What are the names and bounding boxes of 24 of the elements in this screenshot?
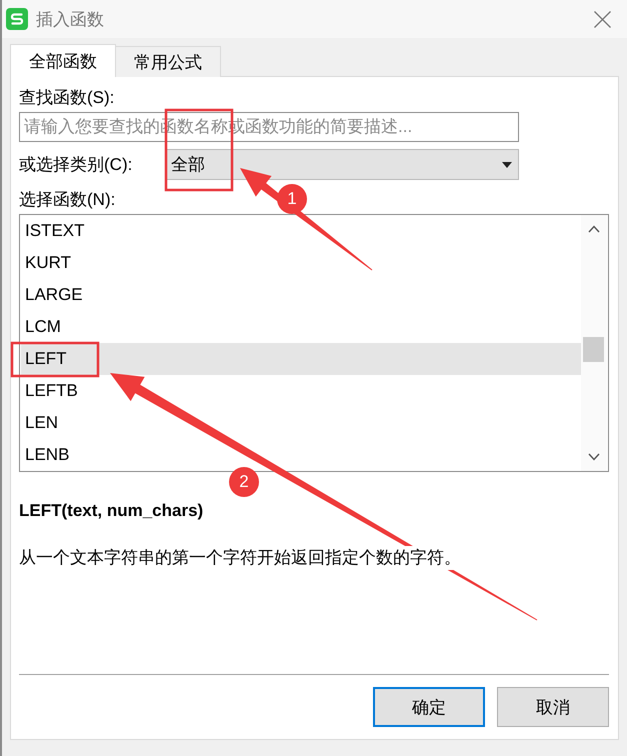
- function-item[interactable]: LEFT: [21, 343, 581, 375]
- function-item[interactable]: LEFTB: [21, 375, 581, 407]
- scroll-up-icon[interactable]: [588, 225, 600, 233]
- function-item[interactable]: LCM: [21, 311, 581, 343]
- category-dropdown[interactable]: 全部: [166, 149, 519, 180]
- function-item[interactable]: LEN: [21, 407, 581, 439]
- window-title: 插入函数: [36, 8, 105, 30]
- app-icon: [6, 8, 28, 30]
- cancel-button[interactable]: 取消: [497, 687, 609, 727]
- tab[interactable]: 常用公式: [116, 46, 221, 77]
- scroll-down-icon[interactable]: [588, 453, 600, 461]
- function-item[interactable]: LARGE: [21, 279, 581, 311]
- close-icon[interactable]: [594, 10, 611, 28]
- function-item[interactable]: KURT: [21, 247, 581, 279]
- tab[interactable]: 全部函数: [10, 44, 116, 77]
- category-label: 或选择类别(C):: [19, 154, 134, 176]
- function-item[interactable]: ISTEXT: [21, 215, 581, 247]
- ok-button[interactable]: 确定: [373, 687, 485, 727]
- function-list-label: 选择函数(N):: [19, 189, 116, 211]
- search-label: 查找函数(S):: [19, 87, 114, 109]
- scroll-thumb[interactable]: [583, 337, 604, 362]
- caret-icon: [502, 162, 512, 168]
- function-signature: LEFT(text, num_chars): [19, 500, 204, 522]
- scrollbar[interactable]: [581, 215, 607, 471]
